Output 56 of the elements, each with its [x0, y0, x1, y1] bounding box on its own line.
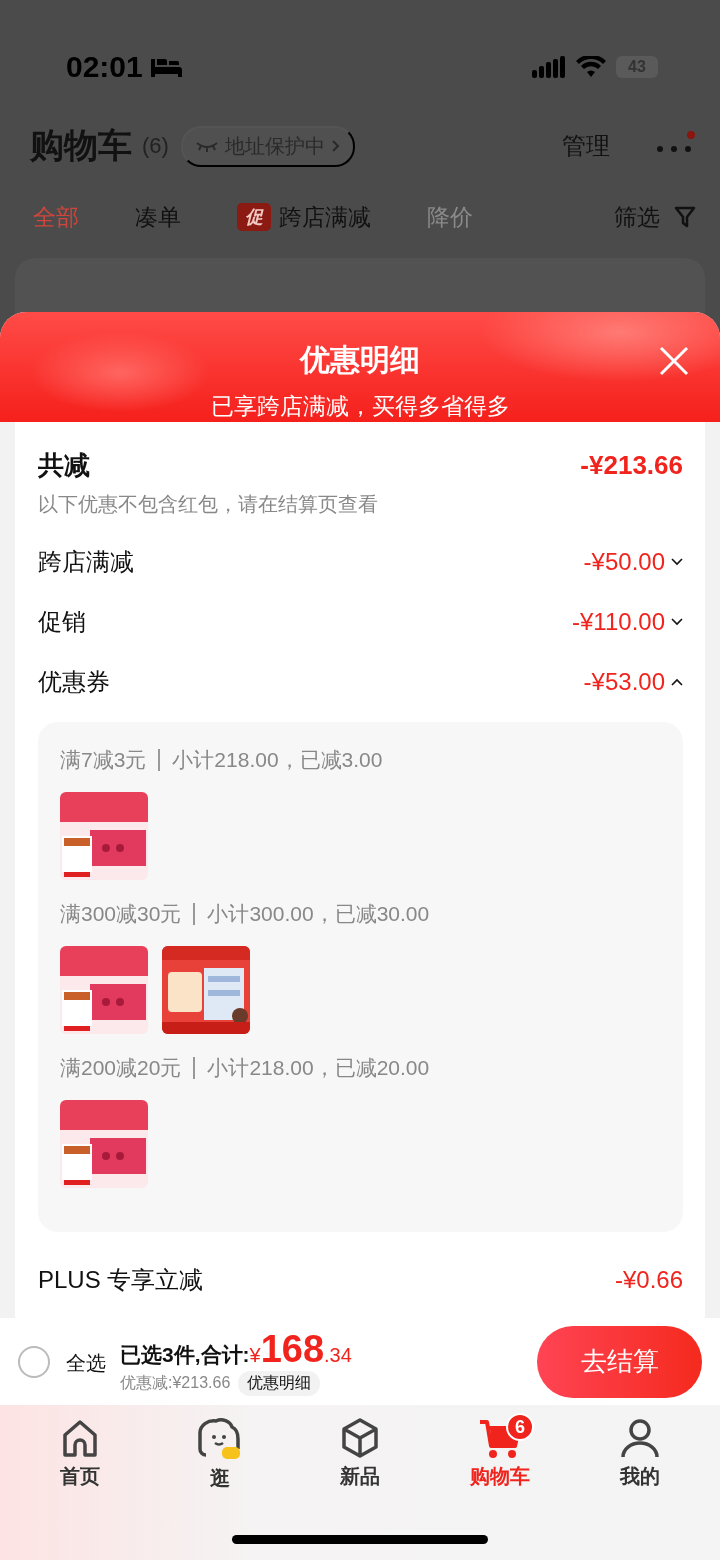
funnel-icon	[674, 205, 696, 229]
promo-tag: 促	[237, 203, 271, 231]
select-all-label[interactable]: 全选	[66, 1350, 106, 1377]
plus-discount-amount: -¥0.66	[614, 1266, 683, 1294]
filter-tab[interactable]: 凑单	[135, 201, 181, 233]
status-time: 02:01	[66, 50, 143, 84]
close-icon	[658, 345, 690, 377]
plus-discount-label: PLUS 专享立减	[38, 1265, 204, 1295]
coupon-subtotal: 小计300.00，已减30.00	[207, 901, 430, 927]
coupon-rule: 满7减3元	[60, 747, 147, 773]
total-price: 168	[260, 1327, 325, 1371]
wifi-icon	[576, 56, 606, 78]
sheet-subtitle: 已享跨店满减，买得多省得多	[210, 392, 510, 421]
discount-label: 促销	[38, 607, 86, 637]
checkout-button[interactable]: 去结算	[537, 1325, 702, 1398]
saving-amount: 优惠减:¥213.66	[120, 1372, 231, 1393]
discount-label: 跨店满减	[38, 547, 134, 577]
cube-icon	[339, 1417, 381, 1459]
tab-bar-item[interactable]: 逛	[170, 1417, 270, 1492]
chevron-up-icon	[671, 678, 683, 686]
select-all-checkbox[interactable]	[18, 1345, 50, 1378]
selection-summary: 已选3件,合计:	[120, 1341, 250, 1368]
coupon-rule: 满300减30元	[60, 901, 182, 927]
cart-count-badge: 6	[506, 1413, 534, 1441]
coupon-rule: 满200减20元	[60, 1055, 182, 1081]
discount-note: 以下优惠不包含红包，请在结算页查看	[38, 492, 379, 517]
discount-amount: -¥110.00	[572, 608, 665, 636]
coupon-subtotal: 小计218.00，已减20.00	[207, 1055, 430, 1081]
chevron-right-icon	[330, 139, 341, 153]
signal-icon	[532, 56, 566, 78]
discount-details-button[interactable]: 优惠明细	[238, 1370, 321, 1396]
tab-bar-item[interactable]: 首页	[30, 1417, 130, 1492]
expand-toggle[interactable]	[671, 678, 683, 686]
filter-tab[interactable]: 促 跨店满减	[237, 201, 371, 233]
coupon-subtotal: 小计218.00，已减3.00	[172, 747, 383, 773]
closed-eye-icon	[194, 140, 219, 152]
expand-toggle[interactable]	[671, 558, 683, 566]
tab-bar-item[interactable]: 新品	[310, 1417, 410, 1492]
expand-toggle[interactable]	[671, 618, 683, 626]
currency-symbol: ¥	[249, 1343, 261, 1367]
manage-button[interactable]: 管理	[556, 129, 616, 163]
discount-amount: -¥50.00	[583, 548, 665, 576]
page-title: 购物车	[30, 125, 132, 166]
total-amount: -¥213.66	[580, 450, 683, 481]
smiling-blob-icon	[198, 1417, 242, 1461]
sheet-title: 优惠明细	[300, 342, 420, 378]
chevron-down-icon	[671, 618, 683, 626]
close-button[interactable]	[658, 345, 690, 377]
tab-bar-item[interactable]: 我的	[590, 1417, 690, 1492]
discount-label: 优惠券	[38, 667, 110, 697]
total-label: 共减	[38, 449, 90, 482]
filter-button[interactable]: 筛选	[614, 201, 696, 233]
price-decimals: .34	[324, 1343, 352, 1367]
chevron-down-icon	[671, 558, 683, 566]
person-icon	[619, 1417, 661, 1459]
discount-amount: -¥53.00	[583, 668, 665, 696]
